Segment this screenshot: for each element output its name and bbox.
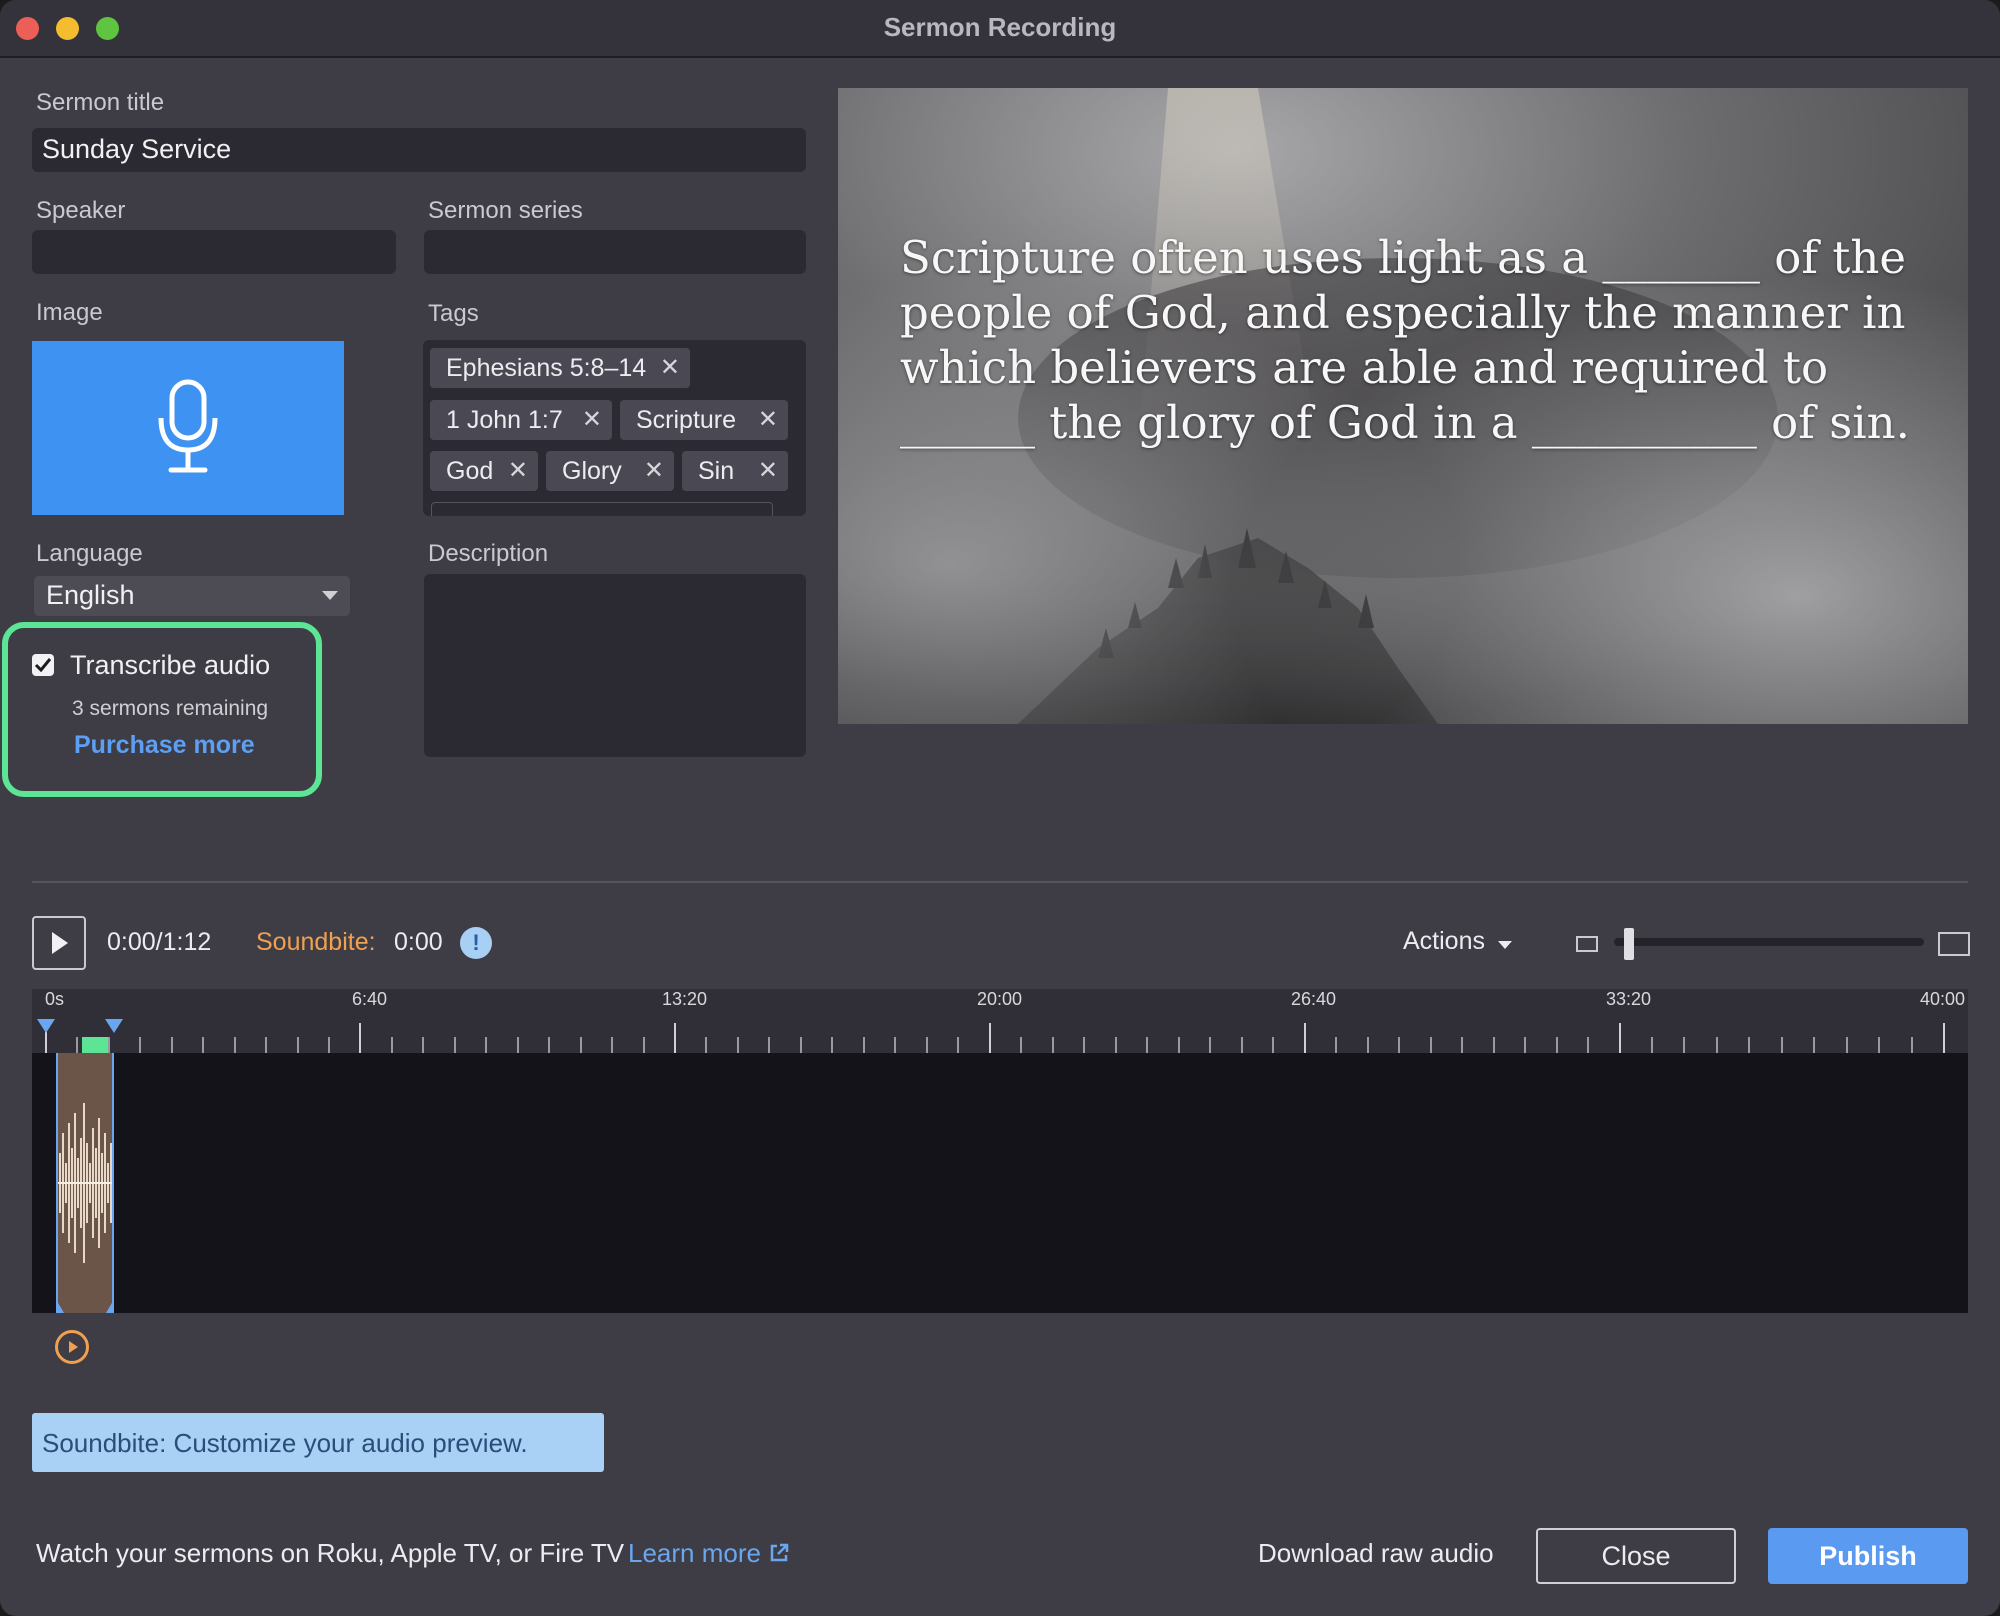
soundbite-play-button[interactable] — [55, 1330, 89, 1364]
sermon-series-input[interactable] — [424, 230, 806, 274]
checkmark-icon — [34, 658, 52, 673]
remove-tag-icon[interactable]: ✕ — [582, 400, 602, 440]
actions-menu[interactable]: Actions — [1403, 927, 1485, 956]
tick-label: 13:20 — [662, 989, 708, 1009]
tag-chip: God ✕ — [430, 451, 538, 491]
tag-chip: Sin ✕ — [682, 451, 788, 491]
play-button[interactable] — [32, 916, 86, 970]
language-select[interactable]: English — [34, 576, 350, 616]
zoom-in-icon[interactable] — [1938, 932, 1970, 956]
image-label: Image — [36, 299, 103, 326]
title-bar: Sermon Recording — [0, 0, 2000, 58]
tag-label: 1 John 1:7 — [446, 406, 563, 434]
tag-chip: Glory ✕ — [546, 451, 674, 491]
tag-input[interactable] — [431, 502, 773, 516]
remove-tag-icon[interactable]: ✕ — [758, 451, 778, 491]
window-title: Sermon Recording — [883, 12, 1117, 42]
slide-text: Scripture often uses light as a _______ … — [900, 231, 1910, 449]
tag-label: Ephesians 5:8–14 — [446, 354, 647, 382]
download-raw-audio-button[interactable]: Download raw audio — [1258, 1538, 1494, 1569]
chevron-down-icon — [1498, 941, 1512, 949]
playback-time: 0:00/1:12 — [107, 928, 212, 956]
audio-waveform — [50, 1053, 120, 1313]
info-icon[interactable]: ! — [460, 927, 492, 959]
transcribe-label: Transcribe audio — [70, 650, 271, 680]
speaker-label: Speaker — [36, 197, 126, 224]
soundbite-label: Soundbite: — [256, 928, 376, 956]
play-icon — [69, 1341, 78, 1353]
description-label: Description — [428, 540, 549, 567]
remove-tag-icon[interactable]: ✕ — [508, 451, 528, 491]
speaker-input[interactable] — [32, 230, 396, 274]
tag-label: Sin — [698, 457, 735, 485]
soundbite-hint: Soundbite: Customize your audio preview. — [32, 1413, 604, 1472]
zoom-slider-handle[interactable] — [1624, 928, 1634, 960]
soundbite-hint-text: Soundbite: Customize your audio preview. — [42, 1428, 528, 1458]
sermon-title-label: Sermon title — [36, 89, 165, 116]
chevron-down-icon — [322, 591, 338, 600]
transcribe-checkbox[interactable] — [32, 654, 54, 676]
tick-label: 40:00 — [1920, 989, 1966, 1009]
close-button[interactable]: Close — [1536, 1528, 1736, 1584]
slide-preview: Scripture often uses light as a _______ … — [838, 88, 1968, 724]
tick-label: 6:40 — [352, 989, 388, 1009]
microphone-icon — [158, 379, 218, 473]
language-value: English — [46, 580, 135, 610]
description-textarea[interactable] — [424, 574, 806, 757]
tag-chip: Ephesians 5:8–14 ✕ — [430, 348, 690, 388]
section-divider — [32, 881, 1968, 883]
remove-tag-icon[interactable]: ✕ — [660, 348, 680, 388]
sermon-series-label: Sermon series — [428, 197, 583, 224]
waveform-track[interactable] — [32, 1053, 1968, 1313]
zoom-slider[interactable] — [1614, 938, 1924, 946]
sermon-title-value: Sunday Service — [42, 134, 232, 164]
soundbite-time: 0:00 — [394, 928, 443, 956]
tags-field[interactable]: Ephesians 5:8–14 ✕ 1 John 1:7 ✕ Scriptur… — [423, 340, 806, 516]
tick-label: 26:40 — [1291, 989, 1337, 1009]
tag-chip: 1 John 1:7 ✕ — [430, 400, 612, 440]
remove-tag-icon[interactable]: ✕ — [758, 400, 778, 440]
learn-more-link[interactable]: Learn more — [628, 1538, 790, 1569]
zoom-out-icon[interactable] — [1576, 936, 1598, 952]
sermons-remaining-text: 3 sermons remaining — [72, 697, 269, 720]
language-label: Language — [36, 540, 143, 567]
publish-button[interactable]: Publish — [1768, 1528, 1968, 1584]
tick-label: 0s — [45, 989, 65, 1009]
learn-more-label: Learn more — [628, 1538, 761, 1568]
tag-label: God — [446, 457, 494, 485]
tag-chip: Scripture ✕ — [620, 400, 788, 440]
external-link-icon — [770, 1543, 789, 1562]
tick-label: 33:20 — [1606, 989, 1652, 1009]
tick-label: 20:00 — [977, 989, 1023, 1009]
remove-tag-icon[interactable]: ✕ — [644, 451, 664, 491]
soundbite-region[interactable] — [50, 1053, 120, 1313]
promo-text: Watch your sermons on Roku, Apple TV, or… — [36, 1538, 625, 1568]
sermon-title-input[interactable]: Sunday Service — [32, 128, 806, 172]
tag-label: Scripture — [636, 406, 737, 434]
play-icon — [52, 932, 68, 954]
sermon-recording-window: Sermon Recording Sermon title Sunday Ser… — [0, 0, 2000, 1616]
tags-label: Tags — [428, 300, 479, 327]
tag-label: Glory — [562, 457, 622, 485]
purchase-more-link[interactable]: Purchase more — [74, 731, 255, 760]
